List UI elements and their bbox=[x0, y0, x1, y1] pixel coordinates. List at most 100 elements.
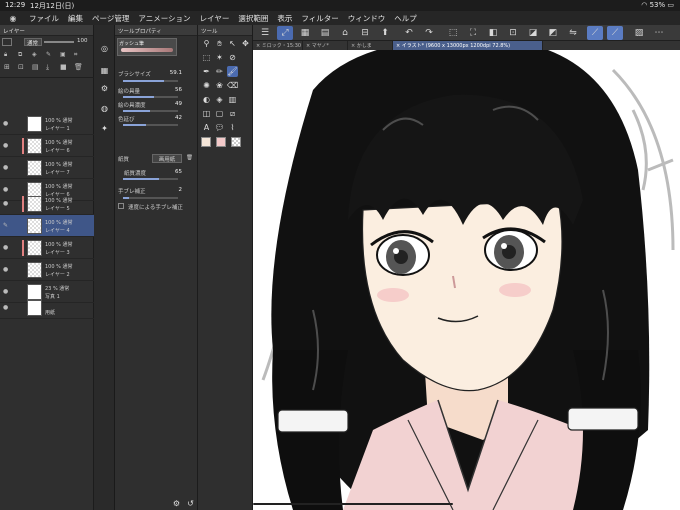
paint-amount-row[interactable]: 絵の具量 56 bbox=[118, 87, 196, 95]
color-set-icon[interactable]: ◍ bbox=[99, 103, 110, 114]
navigator-icon[interactable]: ◎ bbox=[99, 43, 110, 54]
layer-row-selected[interactable]: ✎ 100 % 通常 レイヤー 4 bbox=[0, 215, 94, 237]
brush-size-slider[interactable] bbox=[123, 80, 178, 82]
menu-filter[interactable]: フィルター bbox=[301, 13, 338, 24]
menu-layer[interactable]: レイヤー bbox=[200, 13, 230, 24]
layer-row[interactable]: ● 100 % 通常 レイヤー 7 bbox=[0, 157, 94, 179]
app-logo-icon[interactable]: ◉ bbox=[6, 14, 20, 23]
layer-color-icon[interactable] bbox=[2, 38, 12, 46]
move-icon[interactable]: ✥ bbox=[240, 38, 251, 49]
opacity-slider[interactable] bbox=[44, 41, 74, 43]
reference-icon[interactable]: ◈ bbox=[32, 51, 37, 58]
reset-icon[interactable]: ↺ bbox=[185, 498, 196, 509]
doc-tab[interactable]: × かしま bbox=[348, 41, 393, 50]
operation-icon[interactable]: ↖ bbox=[227, 38, 238, 49]
paper-texture-button[interactable]: 画用紙 bbox=[152, 154, 182, 163]
blend-tool-icon[interactable]: ◐ bbox=[201, 94, 212, 105]
menu-edit[interactable]: 編集 bbox=[68, 13, 83, 24]
frame-icon[interactable]: ▢ bbox=[214, 108, 225, 119]
eye-icon[interactable]: ● bbox=[3, 304, 10, 311]
eraser-icon[interactable]: ⌫ bbox=[227, 80, 238, 91]
speed-stabilizer-checkbox[interactable] bbox=[118, 203, 124, 209]
snap-special-ruler-icon[interactable]: ⟋ bbox=[607, 26, 623, 40]
gradient-icon[interactable]: ▥ bbox=[227, 94, 238, 105]
transform-icon[interactable]: ⤢ bbox=[277, 26, 293, 40]
layer-property-icon[interactable]: ⚙ bbox=[99, 83, 110, 94]
sub-color-swatch[interactable] bbox=[216, 137, 226, 147]
main-color-swatch[interactable] bbox=[201, 137, 211, 147]
clear-icon[interactable]: ⊡ bbox=[505, 26, 521, 40]
menu-icon[interactable]: ☰ bbox=[257, 26, 273, 40]
eye-icon[interactable]: ● bbox=[3, 142, 10, 149]
layer-row[interactable]: ● 100 % 通常 レイヤー 3 bbox=[0, 237, 94, 259]
brush-tool-icon[interactable]: 🖌︎ bbox=[227, 66, 238, 77]
eye-icon[interactable]: ● bbox=[3, 200, 10, 207]
doc-tab[interactable]: × ミロック・15:30 bbox=[253, 41, 303, 50]
deselect-icon[interactable]: ⛶ bbox=[465, 26, 481, 40]
decoration-icon[interactable]: ❀ bbox=[214, 80, 225, 91]
layer-row[interactable]: ● 100 % 通常 レイヤー 2 bbox=[0, 259, 94, 281]
mask-icon[interactable]: ▣ bbox=[60, 51, 66, 58]
paper-density-slider[interactable] bbox=[123, 178, 178, 180]
eye-icon[interactable]: ● bbox=[3, 120, 10, 127]
figure-icon[interactable]: ◫ bbox=[201, 108, 212, 119]
snap-grid-icon[interactable]: ▨ bbox=[631, 26, 647, 40]
eye-icon[interactable]: ● bbox=[3, 288, 10, 295]
gallery-icon[interactable]: ▦ bbox=[297, 26, 313, 40]
brush-size-row[interactable]: ブラシサイズ 59.1 bbox=[118, 70, 196, 78]
transparent-color-swatch[interactable] bbox=[231, 137, 241, 147]
select-all-icon[interactable]: ⬚ bbox=[445, 26, 461, 40]
flip-icon[interactable]: ⇋ bbox=[565, 26, 581, 40]
delete-layer-icon[interactable]: 🗑︎ bbox=[74, 63, 83, 71]
blend-mode-select[interactable]: 通常 bbox=[24, 38, 42, 47]
menu-view[interactable]: 表示 bbox=[277, 13, 292, 24]
layer-row[interactable]: ● 100 % 通常 レイヤー 1 bbox=[0, 113, 94, 135]
new-file-icon[interactable]: ▤ bbox=[317, 26, 333, 40]
material-icon[interactable]: ✦ bbox=[99, 123, 110, 134]
paint-density-slider[interactable] bbox=[123, 110, 178, 112]
snap-ruler-icon[interactable]: ⟋ bbox=[587, 26, 603, 40]
redo-icon[interactable]: ↷ bbox=[421, 26, 437, 40]
layer-row[interactable]: ● 100 % 通常 レイヤー 5 bbox=[0, 193, 94, 215]
sub-tool-preview[interactable]: ガッシュ筆 bbox=[117, 38, 177, 56]
pen-icon[interactable]: ✒ bbox=[201, 66, 212, 77]
settings-icon[interactable]: ⚙ bbox=[171, 498, 182, 509]
layer-row[interactable]: ● 100 % 通常 レイヤー 6 bbox=[0, 135, 94, 157]
delete-texture-icon[interactable]: 🗑︎ bbox=[186, 155, 193, 161]
eye-icon[interactable]: ● bbox=[3, 244, 10, 251]
hand-icon[interactable]: ✋︎ bbox=[214, 38, 225, 49]
hide-selection-icon[interactable]: ◪ bbox=[525, 26, 541, 40]
clip-icon[interactable]: ⧉ bbox=[18, 51, 22, 59]
drawing-canvas[interactable] bbox=[253, 50, 680, 510]
eyedropper-icon[interactable]: ⊘ bbox=[227, 52, 238, 63]
zoom-icon[interactable]: ⚲ bbox=[201, 38, 212, 49]
menu-page[interactable]: ページ管理 bbox=[92, 13, 129, 24]
paint-density-row[interactable]: 絵の具濃度 49 bbox=[118, 101, 196, 109]
stabilizer-row[interactable]: 手ブレ補正 2 bbox=[118, 187, 196, 195]
open-icon[interactable]: ⌂ bbox=[337, 26, 353, 40]
ruler-tool-icon[interactable]: ⧄ bbox=[227, 108, 238, 119]
doc-tab-current[interactable]: × イラスト* (9600 x 13000px 1200dpi 72.8%) bbox=[393, 41, 543, 50]
airbrush-icon[interactable]: ✺ bbox=[201, 80, 212, 91]
sub-view-icon[interactable]: ▦ bbox=[99, 65, 110, 76]
fill-layer-icon[interactable]: ◩ bbox=[545, 26, 561, 40]
menu-help[interactable]: ヘルプ bbox=[394, 13, 417, 24]
undo-icon[interactable]: ↶ bbox=[401, 26, 417, 40]
text-icon[interactable]: A bbox=[201, 122, 212, 133]
more-icon[interactable]: ⋯ bbox=[651, 26, 667, 40]
menu-animation[interactable]: アニメーション bbox=[138, 13, 190, 24]
layer-row-paper[interactable]: ● 用紙 bbox=[0, 297, 94, 319]
invert-selection-icon[interactable]: ◧ bbox=[485, 26, 501, 40]
menu-selection[interactable]: 選択範囲 bbox=[238, 13, 268, 24]
new-folder-icon[interactable]: ▤ bbox=[32, 63, 39, 71]
ruler-icon[interactable]: ⌗ bbox=[74, 51, 77, 59]
fill-icon[interactable]: ■ bbox=[60, 63, 67, 71]
pencil-icon[interactable]: ✎ bbox=[3, 222, 10, 229]
lock-icon[interactable]: 🔒︎ bbox=[4, 51, 7, 59]
color-stretch-slider[interactable] bbox=[123, 124, 178, 126]
new-raster-layer-icon[interactable]: ⊞ bbox=[4, 63, 10, 71]
correct-line-icon[interactable]: ⌇ bbox=[227, 122, 238, 133]
new-vector-layer-icon[interactable]: ⊡ bbox=[18, 63, 24, 71]
select-icon[interactable]: ⬚ bbox=[201, 52, 212, 63]
save-icon[interactable]: ⊟ bbox=[357, 26, 373, 40]
